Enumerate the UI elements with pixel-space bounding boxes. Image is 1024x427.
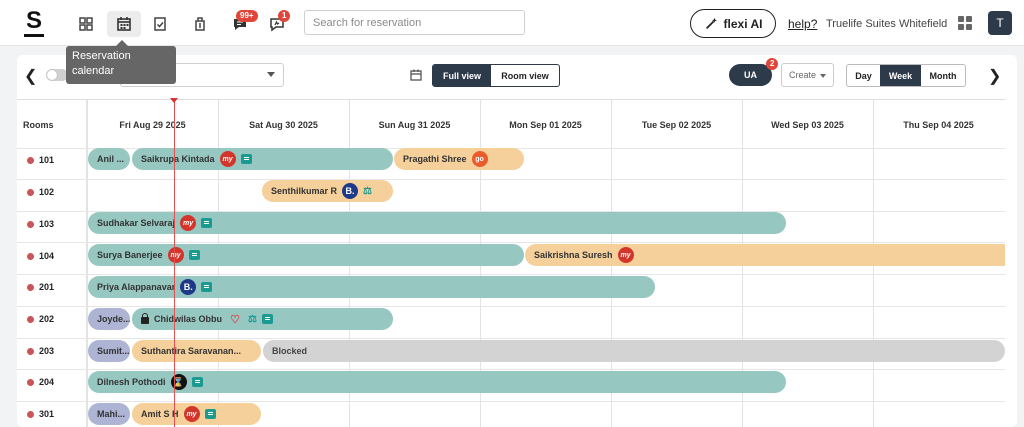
reservation-bar[interactable]: Saikrishna Suresh my bbox=[525, 244, 1005, 266]
room-status-dot bbox=[27, 220, 34, 228]
hourglass-icon: ⌛ bbox=[170, 374, 187, 390]
note-icon bbox=[191, 377, 203, 387]
reservation-grid: Rooms Fri Aug 29 2025 Sat Aug 30 2025 Su… bbox=[17, 99, 1005, 427]
week-range-button[interactable]: Week bbox=[880, 65, 921, 86]
note-icon bbox=[201, 218, 213, 228]
day-header: Mon Sep 01 2025 bbox=[509, 120, 582, 130]
reservation-bar[interactable]: Amit S Hmy bbox=[132, 403, 261, 425]
help-link[interactable]: help? bbox=[788, 17, 817, 31]
makemytrip-icon: my bbox=[167, 247, 184, 263]
room-label-204[interactable]: 204 bbox=[27, 377, 54, 387]
room-label-203[interactable]: 203 bbox=[27, 346, 54, 356]
date-picker-icon[interactable] bbox=[410, 69, 422, 81]
messages-count-badge: 99+ bbox=[236, 10, 258, 22]
room-status-dot bbox=[27, 252, 34, 260]
room-status-dot bbox=[27, 378, 34, 386]
room-label-202[interactable]: 202 bbox=[27, 314, 54, 324]
reservation-bar[interactable]: Sudhakar Selvaraj my bbox=[88, 212, 786, 234]
dashboard-icon[interactable] bbox=[69, 11, 103, 37]
reservation-calendar-icon[interactable] bbox=[107, 11, 141, 37]
scale-icon: ⚖ bbox=[363, 185, 372, 197]
full-view-button[interactable]: Full view bbox=[433, 65, 491, 86]
caret-down-icon bbox=[820, 74, 826, 78]
room-status-dot bbox=[27, 410, 34, 418]
makemytrip-icon: my bbox=[617, 247, 634, 263]
unassigned-button[interactable]: UA bbox=[729, 64, 772, 86]
goibibo-icon: go bbox=[471, 151, 488, 167]
next-arrow-icon[interactable]: ❯ bbox=[988, 66, 1001, 86]
magic-wand-icon bbox=[705, 17, 717, 29]
month-range-button[interactable]: Month bbox=[921, 65, 965, 86]
apps-grid-icon[interactable] bbox=[958, 16, 972, 30]
room-label-101[interactable]: 101 bbox=[27, 155, 54, 165]
current-time-line bbox=[174, 100, 175, 427]
reservation-bar[interactable]: Sumit... bbox=[88, 340, 130, 362]
view-switch: Full view Room view bbox=[432, 64, 560, 87]
create-dropdown[interactable]: Create bbox=[781, 63, 834, 87]
reservation-bar[interactable]: Mahi... bbox=[88, 403, 130, 425]
reservation-bar[interactable]: Anil ... bbox=[88, 148, 130, 170]
reservation-bar[interactable]: Chidwilas Obbu ♡ ⚖ bbox=[132, 308, 393, 330]
range-switch: Day Week Month bbox=[846, 64, 966, 87]
reservation-calendar-tooltip: Reservation calendar bbox=[66, 40, 176, 84]
note-icon bbox=[261, 314, 273, 324]
makemytrip-icon: my bbox=[180, 215, 197, 231]
current-time-marker bbox=[170, 98, 178, 107]
previous-arrow-icon[interactable]: ❮ bbox=[24, 66, 37, 86]
user-avatar[interactable]: T bbox=[988, 11, 1012, 35]
chevron-down-icon bbox=[267, 72, 275, 77]
note-icon bbox=[188, 250, 200, 260]
reservation-bar[interactable]: Saikrupa Kintada my bbox=[132, 148, 393, 170]
blocked-bar[interactable]: Blocked bbox=[263, 340, 1005, 362]
app-logo[interactable]: S bbox=[24, 9, 44, 37]
room-label-201[interactable]: 201 bbox=[27, 282, 54, 292]
reservation-bar[interactable]: Suthantira Saravanan... bbox=[132, 340, 261, 362]
rooms-header: Rooms bbox=[23, 120, 54, 130]
room-status-dot bbox=[27, 156, 34, 164]
room-status-dot bbox=[27, 283, 34, 291]
room-label-103[interactable]: 103 bbox=[27, 219, 54, 229]
day-header: Thu Sep 04 2025 bbox=[903, 120, 974, 130]
view-toggle[interactable] bbox=[46, 69, 68, 81]
room-status-dot bbox=[27, 347, 34, 355]
top-bar: S 99+ 1 flexi AI help? Truelife Suites W… bbox=[0, 0, 1024, 46]
day-header: Wed Sep 03 2025 bbox=[771, 120, 844, 130]
flexi-ai-button[interactable]: flexi AI bbox=[690, 9, 776, 38]
housekeeping-icon[interactable] bbox=[183, 11, 217, 37]
booking-icon: B. bbox=[180, 279, 197, 295]
reservation-bar[interactable]: Surya Banerjee my bbox=[88, 244, 524, 266]
search-input[interactable] bbox=[304, 10, 525, 35]
room-status-dot bbox=[27, 188, 34, 196]
checklist-icon[interactable] bbox=[143, 11, 177, 37]
lock-icon bbox=[141, 313, 149, 324]
create-label: Create bbox=[788, 70, 816, 80]
day-header: Sat Aug 30 2025 bbox=[249, 120, 318, 130]
day-header: Sun Aug 31 2025 bbox=[378, 120, 451, 130]
room-label-301[interactable]: 301 bbox=[27, 409, 54, 419]
day-header: Fri Aug 29 2025 bbox=[119, 120, 186, 130]
day-range-button[interactable]: Day bbox=[847, 65, 880, 86]
booking-icon: B. bbox=[342, 183, 359, 199]
makemytrip-icon: my bbox=[183, 406, 200, 422]
scale-icon: ⚖ bbox=[248, 313, 257, 325]
flexi-ai-label: flexi AI bbox=[723, 16, 763, 31]
room-status-dot bbox=[27, 315, 34, 323]
note-icon bbox=[204, 409, 216, 419]
room-label-104[interactable]: 104 bbox=[27, 251, 54, 261]
reservation-bar[interactable]: Joyde... bbox=[88, 308, 130, 330]
airbnb-icon: ♡ bbox=[230, 313, 240, 326]
room-label-102[interactable]: 102 bbox=[27, 187, 54, 197]
reservation-bar[interactable]: Pragathi Shree go bbox=[394, 148, 524, 170]
room-view-button[interactable]: Room view bbox=[491, 65, 559, 86]
note-icon bbox=[240, 154, 252, 164]
note-icon bbox=[201, 282, 213, 292]
hotel-name[interactable]: Truelife Suites Whitefield bbox=[826, 18, 947, 30]
reservation-bar[interactable]: Dilnesh Pothodi ⌛ bbox=[88, 371, 786, 393]
day-header: Tue Sep 02 2025 bbox=[641, 120, 712, 130]
reservation-bar[interactable]: Senthilkumar R B. ⚖ bbox=[262, 180, 393, 202]
makemytrip-icon: my bbox=[219, 151, 236, 167]
